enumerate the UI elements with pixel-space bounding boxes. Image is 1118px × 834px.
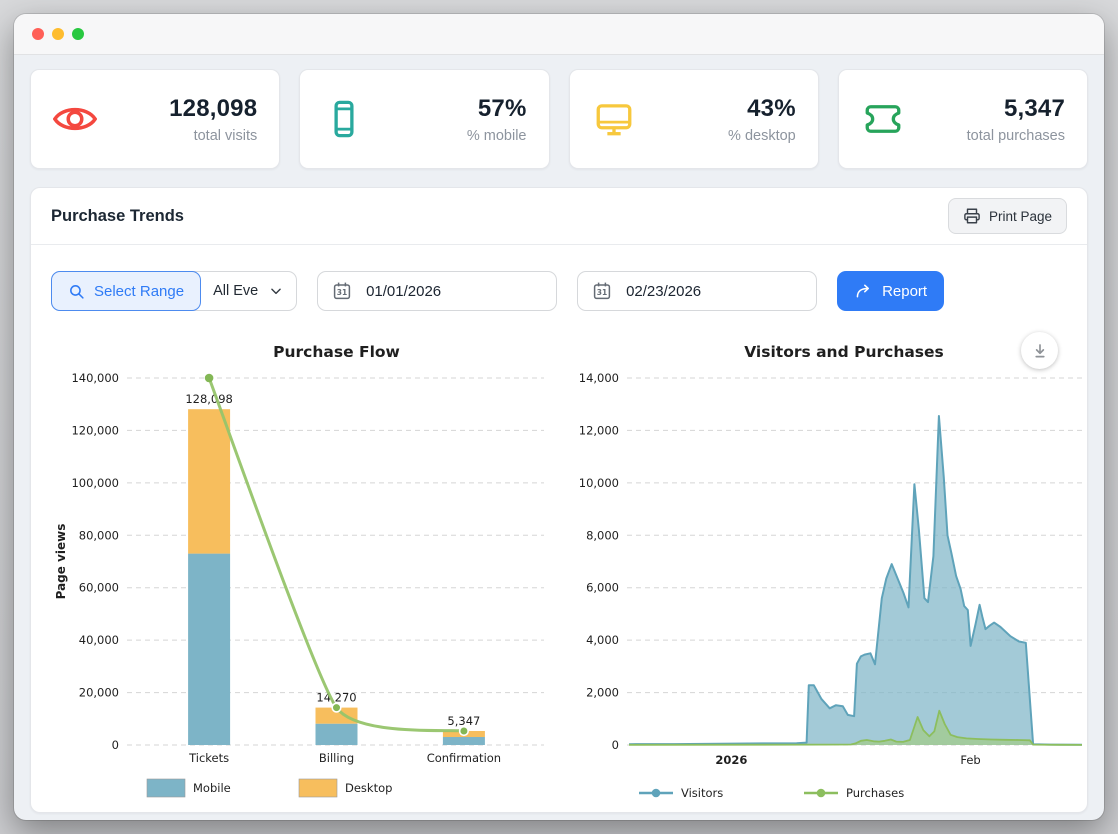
window-controls (32, 28, 84, 40)
svg-text:Purchase Flow: Purchase Flow (273, 343, 400, 361)
window-titlebar (14, 14, 1104, 55)
stat-card-total-visits: 128,098 total visits (30, 69, 280, 169)
filter-row: Select Range All Events (31, 245, 1087, 335)
end-date-input[interactable] (624, 282, 802, 301)
panel-header: Purchase Trends Print Page (31, 188, 1087, 245)
purchase-trends-panel: Purchase Trends Print Page (30, 187, 1088, 813)
svg-text:Purchases: Purchases (846, 786, 904, 800)
event-type-select[interactable]: All Events (200, 272, 296, 310)
event-select-value: All Events (213, 283, 259, 299)
svg-text:40,000: 40,000 (79, 633, 119, 647)
stat-value: 5,347 (967, 95, 1065, 123)
stat-value: 57% (467, 95, 527, 123)
end-date-field[interactable]: 31 (577, 271, 817, 311)
visitors-purchases-chart: Visitors and Purchases 0 2,000 4,000 6,000 8,… (564, 335, 1086, 818)
phone-icon (322, 97, 366, 141)
report-button[interactable]: Report (837, 271, 944, 311)
svg-text:2,000: 2,000 (586, 686, 619, 700)
stat-value: 43% (728, 95, 796, 123)
start-date-input[interactable] (364, 282, 542, 301)
zoom-button[interactable] (72, 28, 84, 40)
svg-text:Tickets: Tickets (188, 751, 229, 765)
ticket-icon (861, 97, 905, 141)
purchase-flow-svg: Purchase Flow 0 20,000 40,000 60,000 80,000 10… (49, 335, 564, 813)
svg-text:10,000: 10,000 (579, 476, 619, 490)
charts-row: Purchase Flow 0 20,000 40,000 60,000 80,000 10… (31, 335, 1087, 818)
stat-card-percent-mobile: 57% % mobile (299, 69, 549, 169)
svg-text:14,000: 14,000 (579, 371, 619, 385)
svg-text:4,000: 4,000 (586, 633, 619, 647)
svg-text:Mobile: Mobile (193, 781, 231, 795)
svg-text:2026: 2026 (715, 753, 747, 767)
printer-icon (963, 207, 981, 225)
calendar-icon: 31 (332, 281, 352, 301)
monitor-icon (592, 97, 636, 141)
stat-card-percent-desktop: 43% % desktop (569, 69, 819, 169)
svg-text:6,000: 6,000 (586, 581, 619, 595)
print-page-button[interactable]: Print Page (948, 198, 1067, 234)
svg-text:Billing: Billing (319, 751, 354, 765)
svg-text:128,098: 128,098 (185, 392, 233, 406)
stat-card-total-purchases: 5,347 total purchases (838, 69, 1088, 169)
svg-text:0: 0 (112, 738, 119, 752)
svg-text:140,000: 140,000 (71, 371, 119, 385)
svg-text:12,000: 12,000 (579, 423, 619, 437)
calendar-icon: 31 (592, 281, 612, 301)
svg-text:Feb: Feb (960, 753, 980, 767)
print-page-label: Print Page (989, 209, 1052, 224)
stat-label: % mobile (467, 128, 527, 144)
eye-icon (53, 97, 97, 141)
stat-label: % desktop (728, 128, 796, 144)
desktop-background: 128,098 total visits 57% % mob (0, 0, 1118, 834)
download-icon (1031, 342, 1049, 360)
panel-title: Purchase Trends (51, 207, 184, 226)
svg-text:Visitors and Purchases: Visitors and Purchases (744, 343, 944, 361)
svg-text:60,000: 60,000 (79, 581, 119, 595)
close-button[interactable] (32, 28, 44, 40)
svg-text:31: 31 (337, 288, 347, 297)
svg-text:8,000: 8,000 (586, 528, 619, 542)
svg-text:120,000: 120,000 (71, 423, 119, 437)
select-range-button[interactable]: Select Range (51, 271, 201, 311)
page-content: 128,098 total visits 57% % mob (14, 55, 1104, 813)
minimize-button[interactable] (52, 28, 64, 40)
range-filter-group: Select Range All Events (51, 271, 297, 311)
select-range-label: Select Range (94, 283, 184, 300)
purchase-flow-chart: Purchase Flow 0 20,000 40,000 60,000 80,000 10… (49, 335, 564, 818)
svg-text:31: 31 (597, 288, 607, 297)
chevron-down-icon (269, 284, 283, 298)
svg-text:80,000: 80,000 (79, 528, 119, 542)
svg-text:Visitors: Visitors (681, 786, 723, 800)
visitors-purchases-svg: Visitors and Purchases 0 2,000 4,000 6,000 8,… (564, 335, 1086, 813)
stat-value: 128,098 (169, 95, 257, 123)
search-icon (68, 283, 85, 300)
app-window: 128,098 total visits 57% % mob (14, 14, 1104, 820)
report-label: Report (882, 283, 927, 300)
svg-text:0: 0 (612, 738, 619, 752)
svg-text:Desktop: Desktop (345, 781, 392, 795)
download-chart-button[interactable] (1021, 332, 1058, 369)
stat-label: total visits (169, 128, 257, 144)
svg-text:Confirmation: Confirmation (427, 751, 501, 765)
stats-row: 128,098 total visits 57% % mob (30, 69, 1088, 169)
share-arrow-icon (854, 282, 873, 301)
svg-text:Page views: Page views (54, 524, 68, 600)
stat-label: total purchases (967, 128, 1065, 144)
svg-text:20,000: 20,000 (79, 686, 119, 700)
svg-text:100,000: 100,000 (71, 476, 119, 490)
start-date-field[interactable]: 31 (317, 271, 557, 311)
